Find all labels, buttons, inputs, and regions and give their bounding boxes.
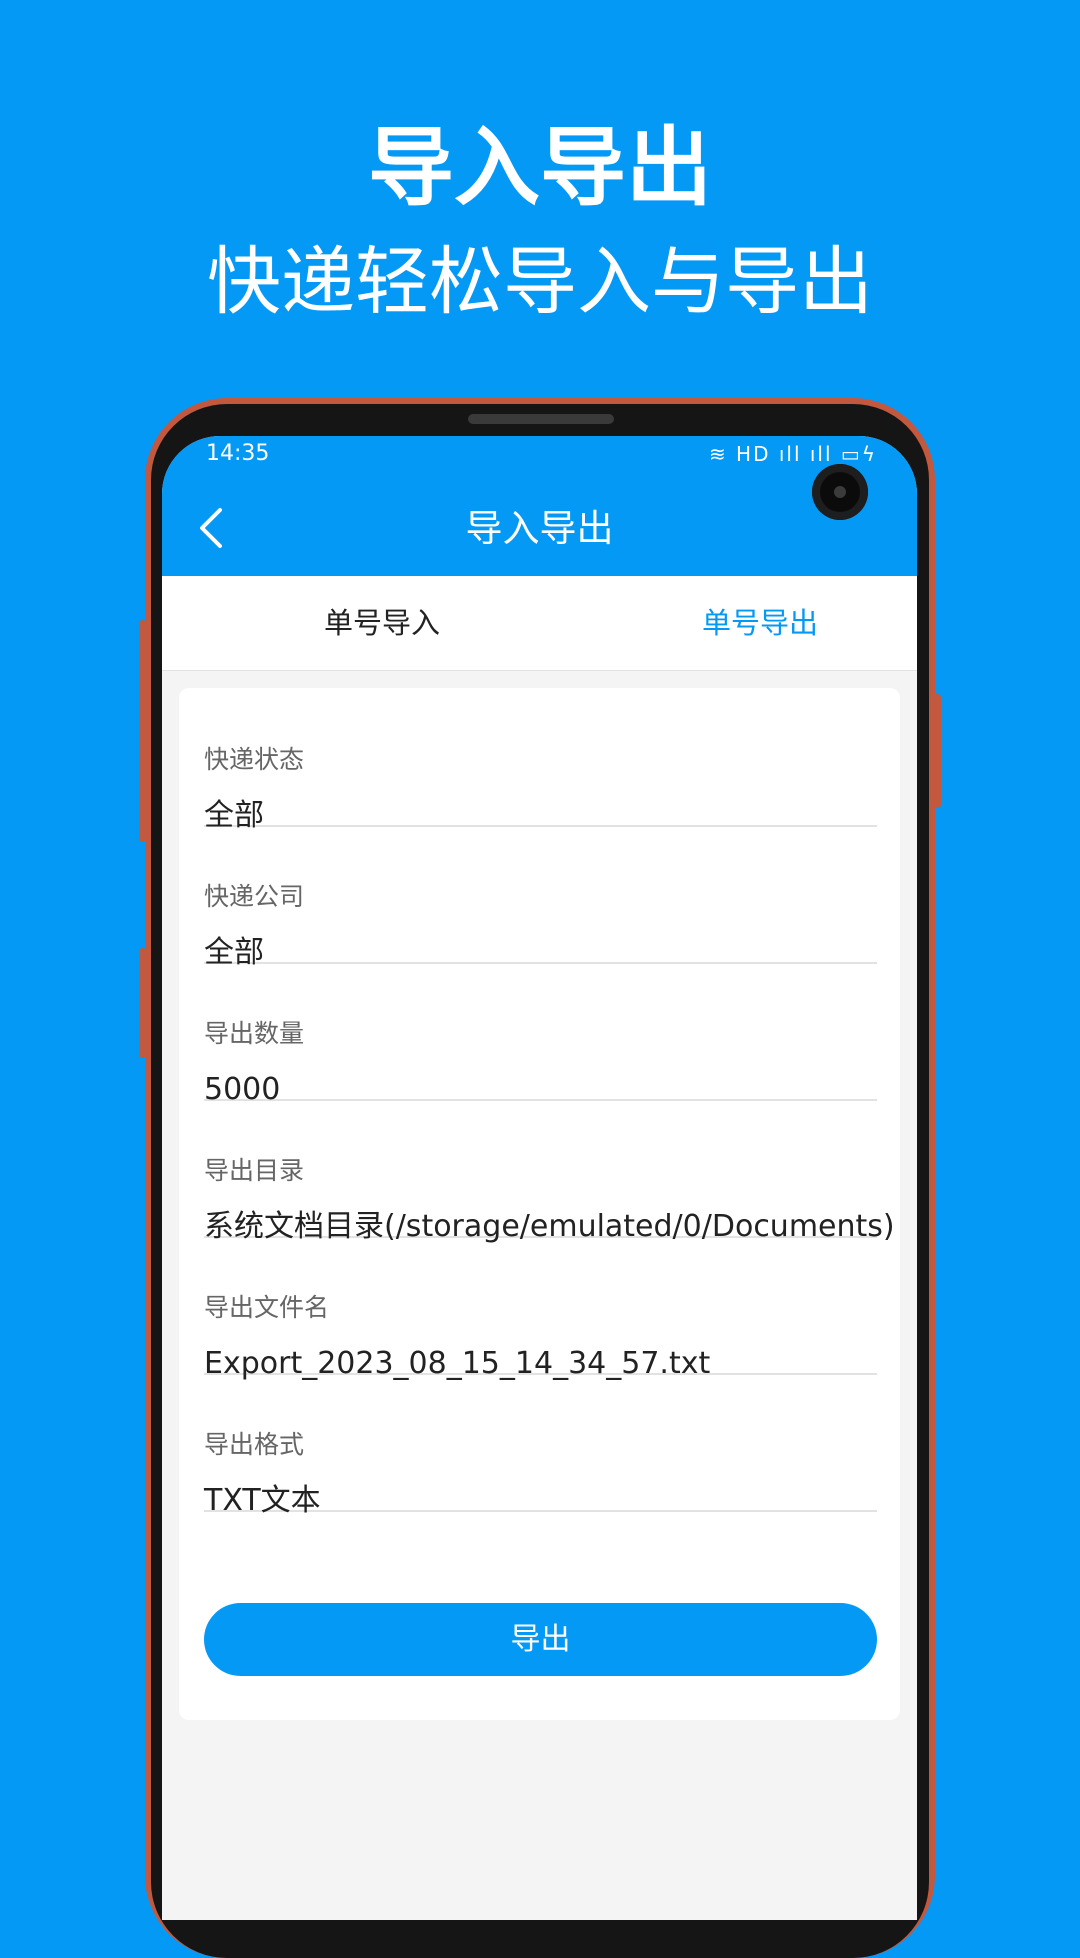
tab-export[interactable]: 单号导出 <box>630 576 890 670</box>
phone-side-button-left-lower <box>139 948 146 1058</box>
status-icons: ≋ HD ıll ıll ▭ϟ <box>708 442 877 466</box>
field-label: 快递公司 <box>204 882 305 911</box>
export-button[interactable]: 导出 <box>204 1603 877 1676</box>
field-label: 导出文件名 <box>204 1293 330 1322</box>
field-label: 导出目录 <box>204 1156 305 1185</box>
phone-screen: 14:35 ≋ HD ıll ıll ▭ϟ 导入导出 单号导入 单号导出 快递状… <box>162 436 917 1920</box>
promo-subtitle: 快递轻松导入与导出 <box>207 239 873 325</box>
tab-bar: 单号导入 单号导出 <box>162 576 917 671</box>
field-express-status[interactable]: 快递状态 全部 <box>204 688 877 833</box>
app-header: 14:35 ≋ HD ıll ıll ▭ϟ 导入导出 <box>162 436 917 576</box>
status-time: 14:35 <box>206 441 270 466</box>
field-label: 快递状态 <box>204 745 305 774</box>
phone-side-button-left <box>139 620 146 842</box>
field-label: 导出数量 <box>204 1019 305 1048</box>
field-label: 导出格式 <box>204 1430 305 1459</box>
field-value: TXT文本 <box>204 1483 321 1518</box>
export-form-card: 快递状态 全部 快递公司 全部 导出数量 5000 导出目录 系统文档目录(/s… <box>179 688 900 1720</box>
field-export-filename[interactable]: 导出文件名 Export_2023_08_15_14_34_57.txt <box>204 1236 877 1381</box>
promo-title: 导入导出 <box>368 118 712 218</box>
phone-side-button-right <box>934 694 941 808</box>
page-title: 导入导出 <box>465 507 614 550</box>
field-export-directory[interactable]: 导出目录 系统文档目录(/storage/emulated/0/Document… <box>204 1099 895 1244</box>
field-export-count[interactable]: 导出数量 5000 <box>204 962 877 1107</box>
field-express-company[interactable]: 快递公司 全部 <box>204 825 877 970</box>
tab-import[interactable]: 单号导入 <box>252 576 512 670</box>
phone-speaker <box>468 414 614 424</box>
field-export-format[interactable]: 导出格式 TXT文本 <box>204 1373 877 1518</box>
